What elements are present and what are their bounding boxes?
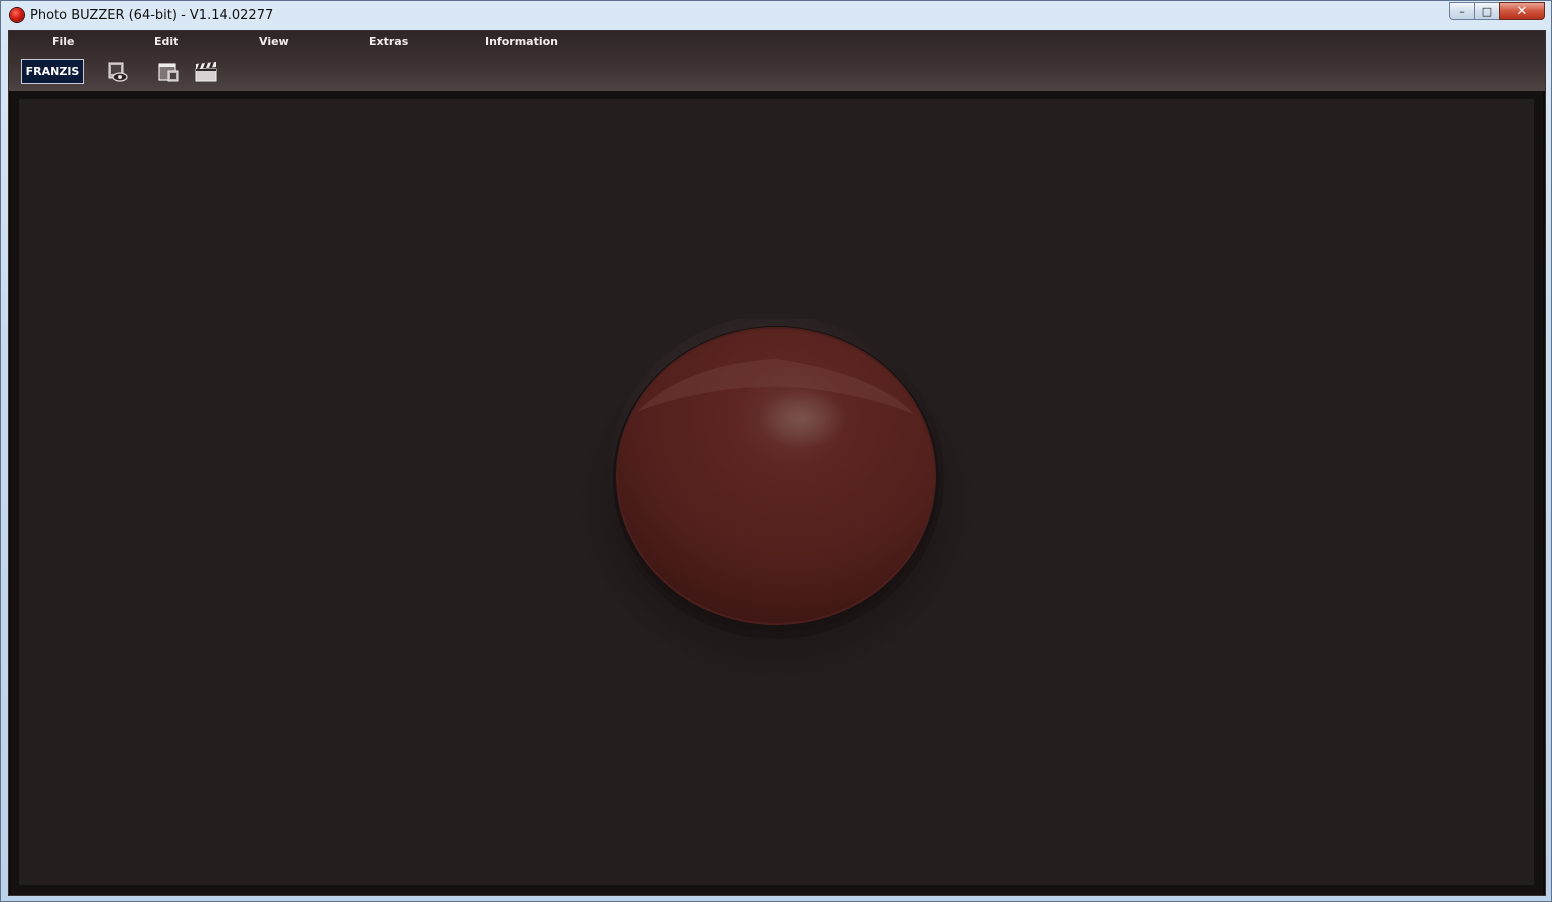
window-overlay-icon[interactable] bbox=[157, 60, 181, 84]
title-bar[interactable]: Photo BUZZER (64-bit) - V1.14.02277 – □ … bbox=[1, 1, 1551, 29]
menu-edit[interactable]: Edit bbox=[154, 35, 178, 48]
menu-file[interactable]: File bbox=[52, 35, 75, 48]
app-icon bbox=[10, 8, 24, 22]
maximize-button[interactable]: □ bbox=[1474, 2, 1500, 20]
client-area: File Edit View Extras Information FRANZI… bbox=[8, 30, 1546, 896]
menu-extras[interactable]: Extras bbox=[369, 35, 408, 48]
franzis-logo[interactable]: FRANZIS bbox=[21, 59, 84, 84]
close-button[interactable]: ✕ bbox=[1499, 2, 1545, 20]
menu-information[interactable]: Information bbox=[485, 35, 558, 48]
minimize-button[interactable]: – bbox=[1449, 2, 1475, 20]
buzzer-button[interactable] bbox=[576, 315, 976, 679]
clapperboard-icon[interactable] bbox=[194, 60, 218, 84]
window-controls: – □ ✕ bbox=[1449, 2, 1545, 20]
app-window: Photo BUZZER (64-bit) - V1.14.02277 – □ … bbox=[0, 0, 1552, 902]
camera-preview-icon[interactable] bbox=[106, 60, 130, 84]
canvas-frame bbox=[11, 91, 1543, 895]
main-canvas bbox=[19, 99, 1534, 885]
menu-view[interactable]: View bbox=[259, 35, 289, 48]
window-title: Photo BUZZER (64-bit) - V1.14.02277 bbox=[30, 8, 274, 23]
menu-bar: File Edit View Extras Information FRANZI… bbox=[9, 31, 1545, 91]
